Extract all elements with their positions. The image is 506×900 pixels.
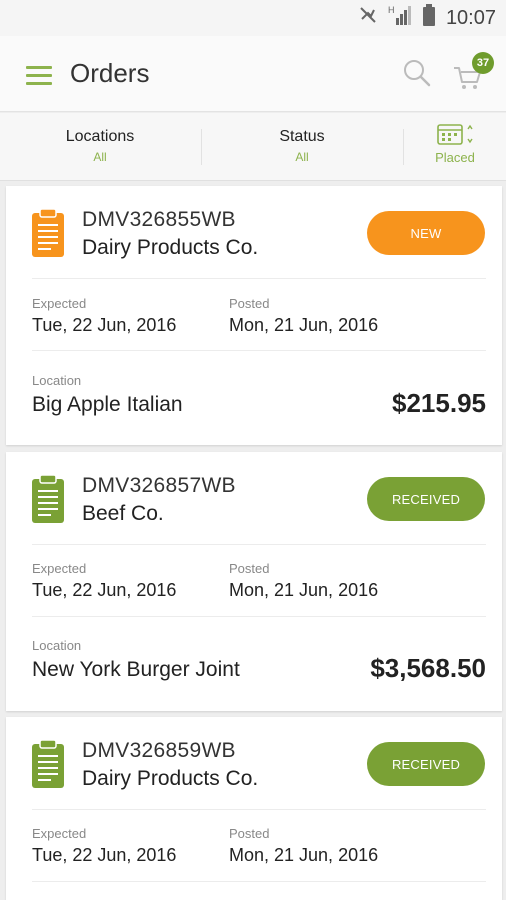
order-card[interactable]: DMV326857WB Beef Co. RECEIVED Expected T… — [6, 452, 502, 711]
clipboard-icon — [32, 474, 64, 523]
posted-date: Mon, 21 Jun, 2016 — [229, 580, 379, 600]
order-amount: $3,568.50 — [370, 653, 486, 683]
status-badge: NEW — [367, 211, 485, 255]
status-filter-label: Status — [279, 128, 325, 145]
page-title: Orders — [70, 58, 150, 88]
posted-label: Posted — [229, 826, 270, 841]
supplier-name: Dairy Products Co. — [82, 236, 259, 259]
supplier-name: Dairy Products Co. — [82, 767, 259, 790]
locations-filter-value: All — [93, 150, 107, 164]
order-number: DMV326857WB — [82, 474, 236, 497]
clipboard-icon — [32, 208, 64, 257]
order-amount: $215.95 — [392, 388, 486, 418]
order-card[interactable]: DMV326855WB Dairy Products Co. NEW Expec… — [6, 186, 502, 445]
location-label: Location — [32, 638, 82, 653]
divider — [32, 544, 486, 545]
divider — [32, 809, 486, 810]
divider — [32, 278, 486, 279]
expected-date: Tue, 22 Jun, 2016 — [32, 315, 177, 335]
date-filter-value: Placed — [435, 150, 475, 165]
filter-bar: Locations All Status All Placed — [0, 113, 506, 181]
clipboard-icon — [32, 739, 64, 788]
mute-icon — [358, 5, 378, 31]
cart-count-badge: 37 — [472, 52, 494, 74]
menu-icon[interactable] — [26, 66, 52, 85]
battery-icon — [422, 4, 436, 32]
divider — [32, 616, 486, 617]
order-number: DMV326855WB — [82, 208, 236, 231]
clock: 10:07 — [445, 6, 496, 29]
status-filter[interactable]: Status All — [202, 113, 402, 181]
svg-text:H: H — [388, 5, 395, 15]
status-filter-value: All — [295, 150, 309, 164]
app-bar: Orders 37 — [0, 36, 506, 112]
expected-date: Tue, 22 Jun, 2016 — [32, 845, 177, 865]
posted-date: Mon, 21 Jun, 2016 — [229, 845, 379, 865]
posted-date: Mon, 21 Jun, 2016 — [229, 315, 379, 335]
cart-button[interactable]: 37 — [452, 52, 494, 92]
posted-label: Posted — [229, 296, 270, 311]
posted-label: Posted — [229, 561, 270, 576]
expected-label: Expected — [32, 296, 87, 311]
status-badge: RECEIVED — [367, 477, 485, 521]
expected-date: Tue, 22 Jun, 2016 — [32, 580, 177, 600]
order-card[interactable]: DMV326859WB Dairy Products Co. RECEIVED … — [6, 717, 502, 900]
date-filter[interactable]: Placed — [404, 113, 506, 181]
divider — [32, 881, 486, 882]
locations-filter-label: Locations — [65, 128, 135, 145]
signal-icon: H — [388, 4, 412, 32]
expected-label: Expected — [32, 561, 87, 576]
location-name: Big Apple Italian — [32, 393, 183, 416]
supplier-name: Beef Co. — [82, 502, 164, 525]
expected-label: Expected — [32, 826, 87, 841]
status-bar: H 10:07 — [0, 0, 506, 36]
location-label: Location — [32, 373, 82, 388]
divider — [32, 350, 486, 351]
search-icon[interactable] — [402, 58, 432, 88]
locations-filter[interactable]: Locations All — [0, 113, 200, 181]
calendar-icon — [435, 123, 475, 145]
status-badge: RECEIVED — [367, 742, 485, 786]
order-number: DMV326859WB — [82, 739, 236, 762]
location-name: New York Burger Joint — [32, 658, 240, 681]
